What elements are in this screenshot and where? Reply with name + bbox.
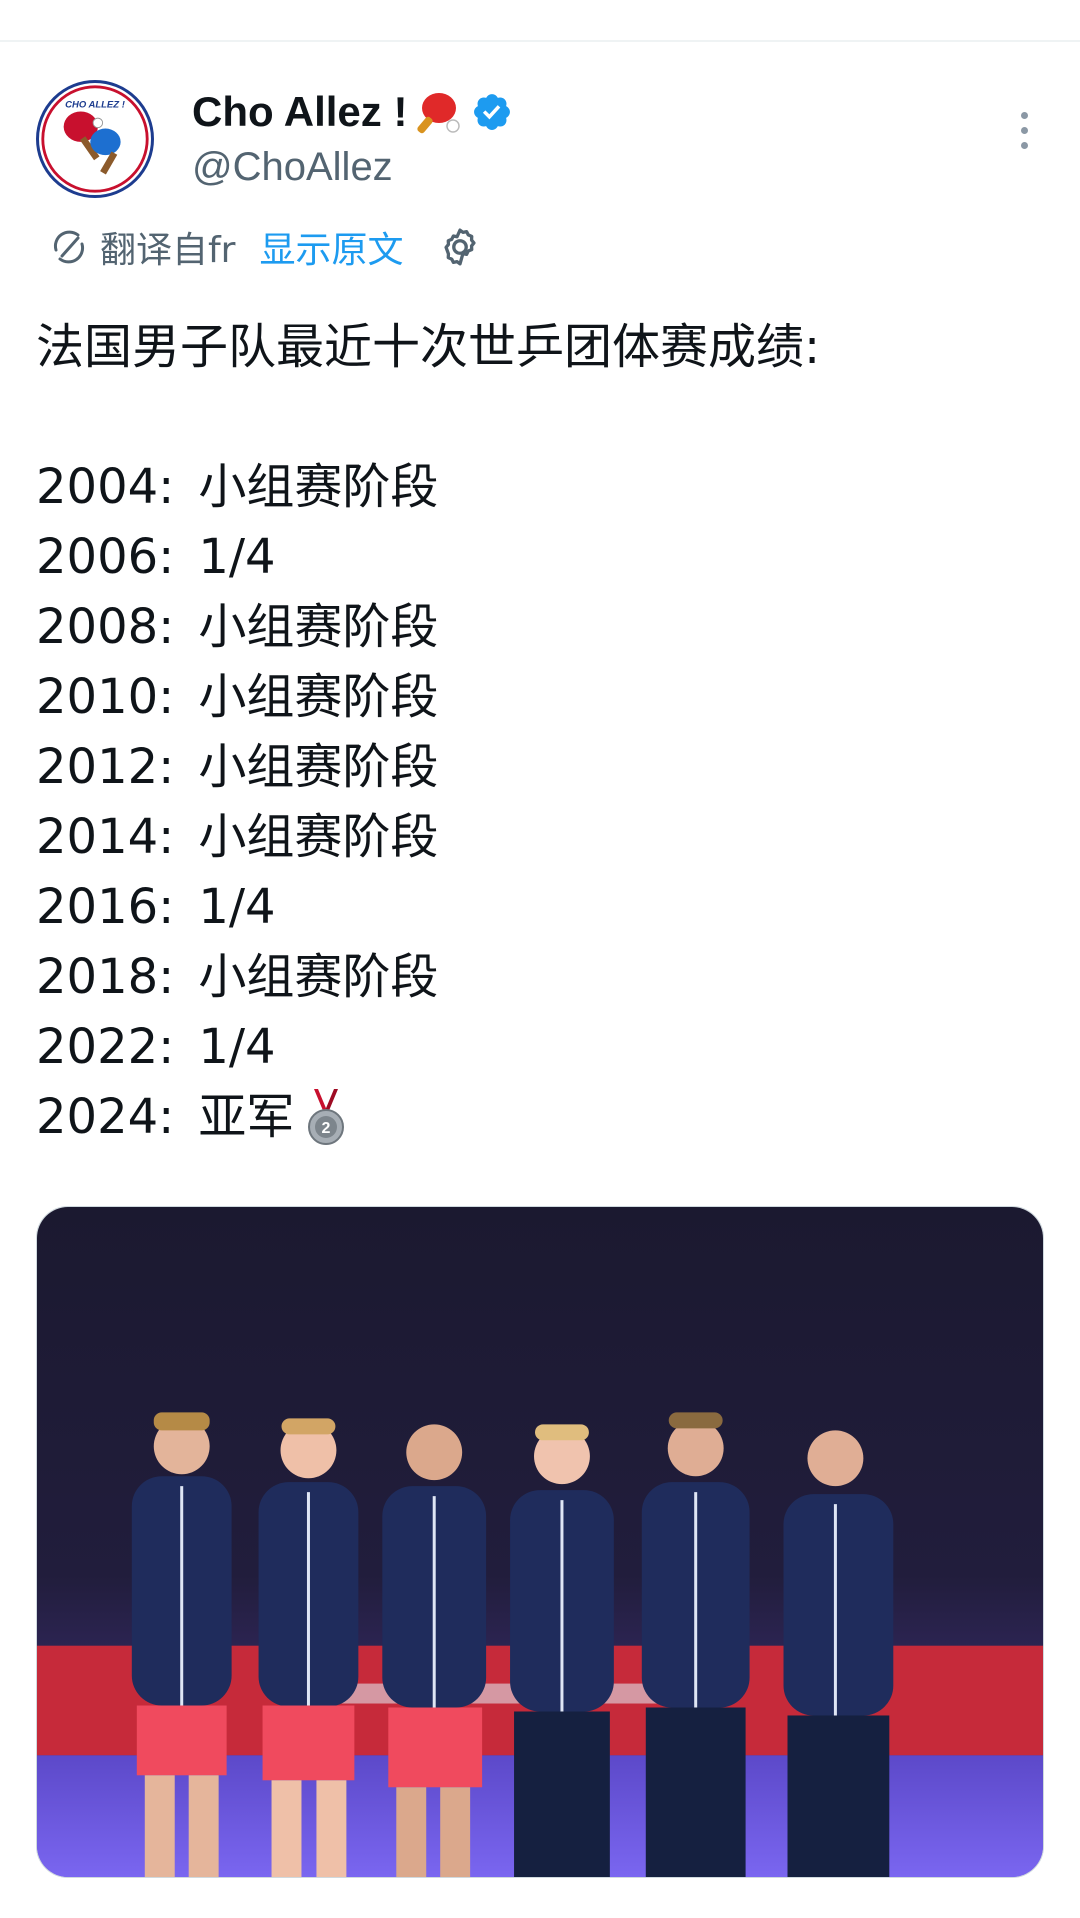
more-dot-icon [1020, 111, 1028, 119]
avatar-logo-text: CHO ALLEZ ! [65, 100, 125, 111]
result-year: 2014: [36, 809, 175, 865]
result-line: 2012: 小组赛阶段 [36, 732, 1036, 802]
more-dot-icon [1020, 126, 1028, 134]
svg-text:2: 2 [322, 1120, 331, 1137]
result-year: 2010: [36, 669, 175, 725]
more-dot-icon [1020, 141, 1028, 149]
gear-icon[interactable] [438, 225, 482, 269]
result-value: 小组赛阶段 [198, 599, 439, 655]
result-year: 2022: [36, 1019, 175, 1075]
result-value: 亚军 [198, 1089, 295, 1145]
silver-medal-icon: 2 [308, 1089, 345, 1145]
display-name[interactable]: Cho Allez ! [192, 86, 513, 138]
result-line: 2010: 小组赛阶段 [36, 662, 1036, 732]
result-value: 1/4 [198, 879, 276, 935]
tweet-body: 法国男子队最近十次世乒团体赛成绩: 2004: 小组赛阶段 2006: 1/4 … [36, 312, 1036, 1152]
author-handle[interactable]: @ChoAllez [192, 142, 513, 192]
result-value: 1/4 [198, 529, 276, 585]
result-line: 2022: 1/4 [36, 1012, 1036, 1082]
result-line: 2004: 小组赛阶段 [36, 452, 1036, 522]
result-line: 2014: 小组赛阶段 [36, 802, 1036, 872]
author-name-block[interactable]: Cho Allez ! @ChoAllez [192, 86, 513, 192]
team-photo[interactable] [36, 1206, 1044, 1878]
result-year: 2008: [36, 599, 175, 655]
avatar[interactable]: CHO ALLEZ ! [36, 80, 154, 198]
tweet-headline: 法国男子队最近十次世乒团体赛成绩: [36, 319, 821, 375]
result-line: 2018: 小组赛阶段 [36, 942, 1036, 1012]
translate-icon [53, 230, 85, 264]
result-value: 小组赛阶段 [198, 459, 439, 515]
result-value: 小组赛阶段 [198, 809, 439, 865]
ping-pong-paddle-emoji-icon [417, 93, 461, 134]
result-line: 2008: 小组赛阶段 [36, 592, 1036, 662]
top-divider [0, 40, 1080, 42]
result-year: 2018: [36, 949, 175, 1005]
result-value: 小组赛阶段 [198, 739, 439, 795]
display-name-text[interactable]: Cho Allez ! [192, 86, 407, 138]
translation-bar: 翻译自fr 显示原文 [48, 222, 482, 272]
tweet-header: CHO ALLEZ ! Cho Allez ! @ChoAllez [36, 80, 1044, 200]
result-line: 2024: 亚军 2 [36, 1082, 1036, 1152]
more-options-button[interactable] [1004, 100, 1044, 160]
result-value: 小组赛阶段 [198, 949, 439, 1005]
result-year: 2004: [36, 459, 175, 515]
verified-badge-icon [474, 94, 511, 130]
result-year: 2006: [36, 529, 175, 585]
result-value: 小组赛阶段 [198, 669, 439, 725]
result-year: 2012: [36, 739, 175, 795]
show-original-link[interactable]: 显示原文 [259, 221, 403, 273]
translated-from-label: 翻译自fr [100, 230, 236, 271]
result-year: 2016: [36, 879, 175, 935]
result-year: 2024: [36, 1089, 175, 1145]
result-value: 1/4 [198, 1019, 276, 1075]
result-line: 2016: 1/4 [36, 872, 1036, 942]
result-line: 2006: 1/4 [36, 522, 1036, 592]
